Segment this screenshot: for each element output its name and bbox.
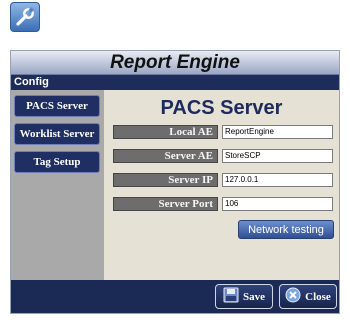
section-header: Config (11, 75, 339, 90)
server-ip-label: Server IP (113, 173, 218, 187)
wrench-icon[interactable] (10, 2, 40, 32)
sidebar-item-tag-setup[interactable]: Tag Setup (14, 151, 100, 173)
server-port-label: Server Port (113, 197, 218, 211)
save-button[interactable]: Save (215, 284, 273, 309)
close-globe-icon (285, 287, 301, 306)
network-testing-button[interactable]: Network testing (238, 220, 334, 239)
window-title: Report Engine (110, 51, 240, 73)
footer-bar: Save Close (11, 280, 339, 313)
server-ae-label: Server AE (113, 149, 218, 163)
sidebar-item-label: Tag Setup (33, 156, 81, 168)
floppy-disk-icon (223, 287, 239, 306)
sidebar-item-label: PACS Server (26, 100, 88, 112)
title-bar: Report Engine (11, 51, 339, 75)
sidebar-item-label: Worklist Server (19, 128, 95, 140)
server-ae-input[interactable]: StoreSCP (222, 149, 333, 163)
server-port-input[interactable]: 106 (222, 197, 333, 211)
report-engine-window: Report Engine Config PACS Server Worklis… (10, 50, 340, 314)
server-ip-input[interactable]: 127.0.0.1 (222, 173, 333, 187)
sidebar: PACS Server Worklist Server Tag Setup (11, 90, 104, 280)
close-label: Close (305, 290, 331, 303)
sidebar-item-pacs-server[interactable]: PACS Server (14, 95, 100, 117)
local-ae-input[interactable]: ReportEngine (222, 125, 333, 139)
content-panel: PACS Server Local AE ReportEngine Server… (104, 90, 339, 280)
sidebar-item-worklist-server[interactable]: Worklist Server (14, 123, 100, 145)
local-ae-label: Local AE (113, 125, 218, 139)
save-label: Save (243, 290, 265, 303)
close-button[interactable]: Close (279, 284, 337, 309)
page-title: PACS Server (160, 97, 283, 119)
